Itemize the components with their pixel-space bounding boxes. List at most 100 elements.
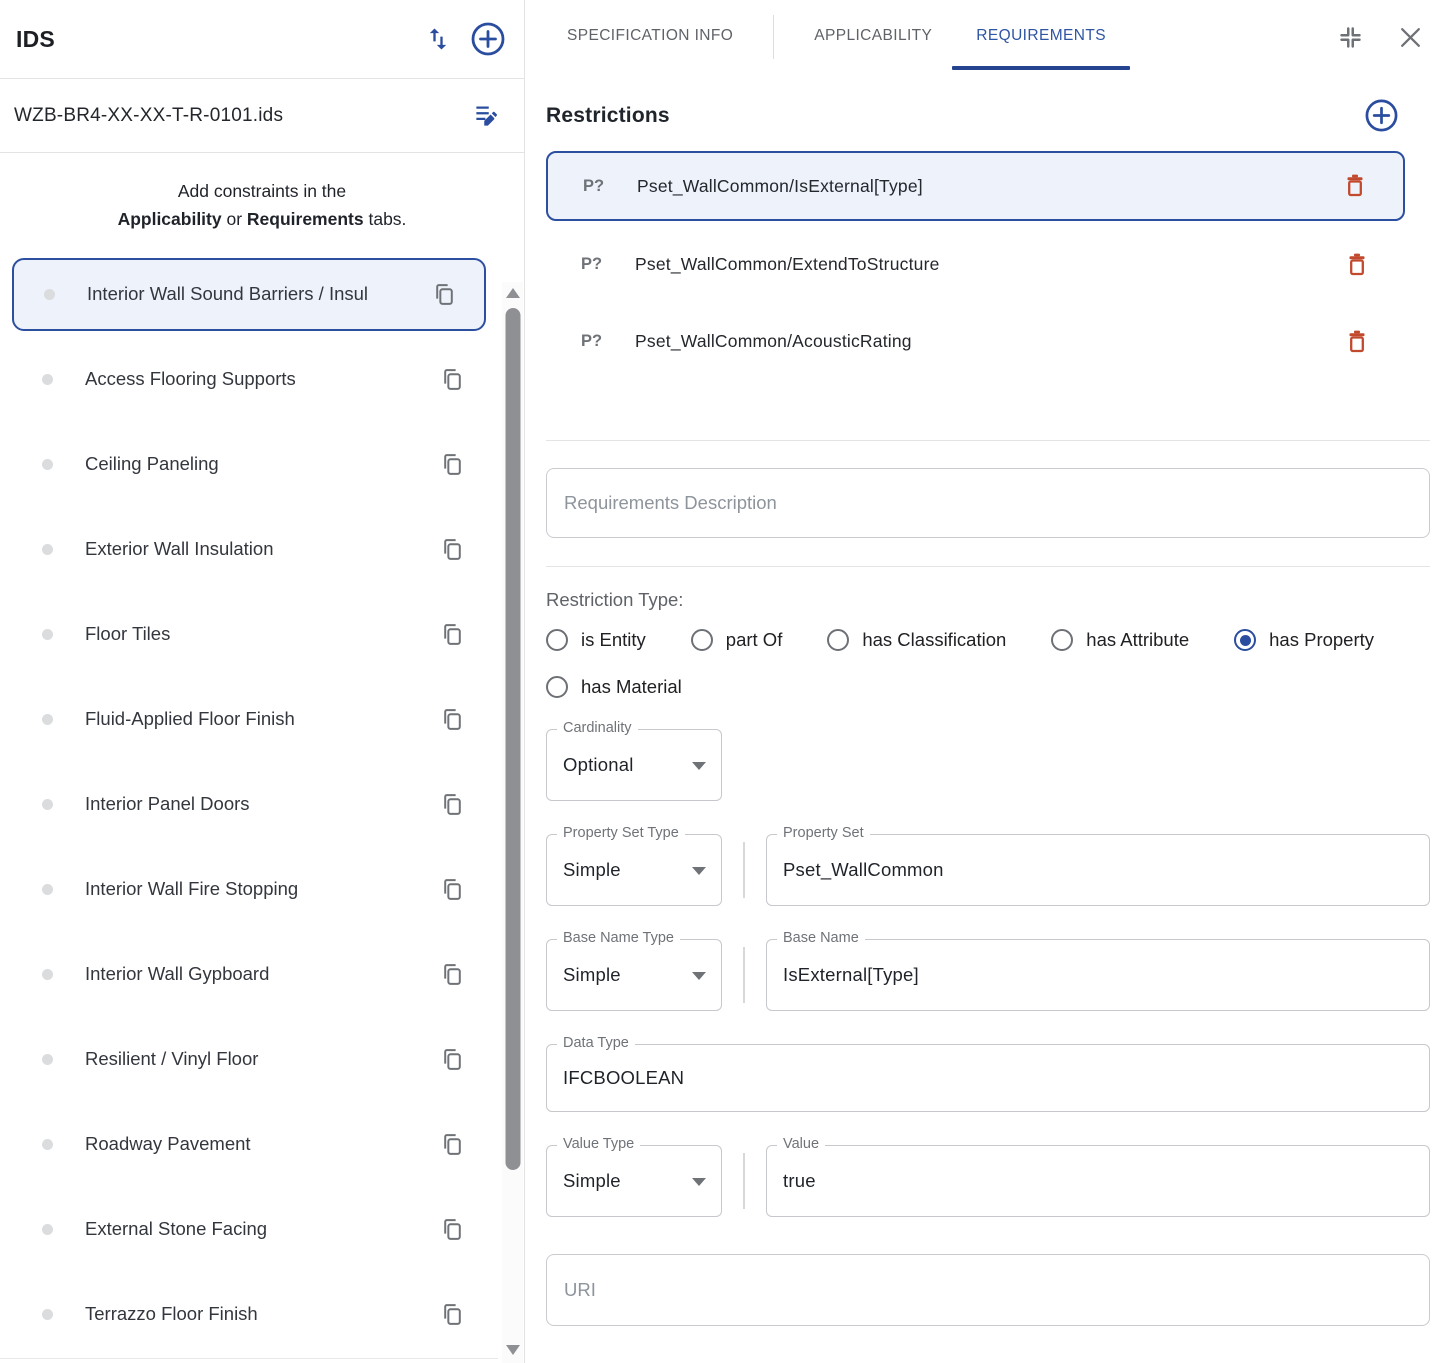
add-specification-icon[interactable] bbox=[470, 21, 506, 57]
specification-list-item[interactable]: Access Flooring Supports bbox=[0, 337, 498, 422]
uri-input[interactable]: URI bbox=[546, 1254, 1430, 1326]
property-set-input[interactable]: Property Set Pset_WallCommon bbox=[766, 834, 1430, 906]
radio-option-has-attribute[interactable]: has Attribute bbox=[1051, 629, 1189, 651]
specification-name: Interior Wall Gypboard bbox=[85, 963, 440, 985]
chevron-down-icon bbox=[692, 762, 706, 770]
specification-list-item[interactable]: Interior Wall Gypboard bbox=[0, 932, 498, 1017]
field-separator bbox=[743, 842, 745, 898]
cardinality-select[interactable]: Cardinality Optional bbox=[546, 729, 722, 801]
bullet-dot-icon bbox=[42, 544, 53, 555]
value-input[interactable]: Value true bbox=[766, 1145, 1430, 1217]
copy-icon[interactable] bbox=[440, 1217, 465, 1242]
restriction-label: Pset_WallCommon/AcousticRating bbox=[635, 331, 1345, 352]
copy-icon[interactable] bbox=[440, 792, 465, 817]
specification-list-item[interactable]: Terrazzo Floor Finish bbox=[0, 1272, 498, 1357]
specification-list-item[interactable]: Floor Tiles bbox=[0, 592, 498, 677]
ids-file-name: WZB-BR4-XX-XX-T-R-0101.ids bbox=[14, 105, 473, 127]
copy-icon[interactable] bbox=[432, 282, 457, 307]
base-name-input[interactable]: Base Name IsExternal[Type] bbox=[766, 939, 1430, 1011]
radio-button-icon[interactable] bbox=[546, 629, 568, 651]
property-restriction-badge: P? bbox=[581, 255, 635, 274]
copy-icon[interactable] bbox=[440, 452, 465, 477]
radio-button-icon[interactable] bbox=[691, 629, 713, 651]
radio-option-has-property[interactable]: has Property bbox=[1234, 629, 1374, 651]
radio-option-label: is Entity bbox=[581, 629, 646, 651]
edit-file-icon[interactable] bbox=[473, 102, 500, 129]
copy-icon[interactable] bbox=[440, 1302, 465, 1327]
close-panel-icon[interactable] bbox=[1398, 25, 1423, 50]
tab-divider bbox=[773, 15, 774, 59]
requirements-description-input[interactable]: Requirements Description bbox=[546, 468, 1430, 538]
add-restriction-icon[interactable] bbox=[1364, 98, 1399, 133]
restriction-row[interactable]: P?Pset_WallCommon/IsExternal[Type] bbox=[546, 151, 1405, 221]
tab-requirements[interactable]: REQUIREMENTS bbox=[976, 19, 1106, 55]
radio-option-label: has Attribute bbox=[1086, 629, 1189, 651]
radio-button-icon[interactable] bbox=[1234, 629, 1256, 651]
specification-name: Interior Wall Fire Stopping bbox=[85, 878, 440, 900]
specification-list-item[interactable]: External Stone Facing bbox=[0, 1187, 498, 1272]
radio-option-has-classification[interactable]: has Classification bbox=[827, 629, 1006, 651]
collapse-panel-icon[interactable] bbox=[1337, 24, 1364, 51]
tab-applicability[interactable]: APPLICABILITY bbox=[814, 19, 932, 55]
specification-list-item[interactable]: Interior Wall Sound Barriers / Insul bbox=[12, 258, 486, 331]
scroll-up-arrow-icon[interactable] bbox=[506, 288, 520, 298]
specification-name: External Stone Facing bbox=[85, 1218, 440, 1240]
delete-restriction-icon[interactable] bbox=[1343, 173, 1367, 199]
scroll-down-arrow-icon[interactable] bbox=[506, 1345, 520, 1355]
field-separator bbox=[743, 947, 745, 1003]
chevron-down-icon bbox=[692, 867, 706, 875]
scrollbar-thumb[interactable] bbox=[505, 308, 520, 1170]
restriction-row[interactable]: P?Pset_WallCommon/ExtendToStructure bbox=[546, 226, 1405, 303]
copy-icon[interactable] bbox=[440, 1132, 465, 1157]
copy-icon[interactable] bbox=[440, 367, 465, 392]
sidebar-title: IDS bbox=[16, 26, 424, 53]
restriction-label: Pset_WallCommon/IsExternal[Type] bbox=[637, 176, 1343, 197]
specification-list-item[interactable]: Interior Panel Doors bbox=[0, 762, 498, 847]
specification-name: Resilient / Vinyl Floor bbox=[85, 1048, 440, 1070]
divider bbox=[546, 566, 1430, 567]
divider bbox=[546, 440, 1430, 441]
radio-option-has-material[interactable]: has Material bbox=[546, 676, 682, 698]
specification-name: Interior Wall Sound Barriers / Insul bbox=[87, 283, 432, 305]
ids-editor-window: IDS WZB-BR4-XX-XX-T-R-0101.ids bbox=[0, 0, 1449, 1363]
restriction-type-label: Restriction Type: bbox=[546, 589, 1430, 611]
radio-button-icon[interactable] bbox=[1051, 629, 1073, 651]
base-name-type-select[interactable]: Base Name Type Simple bbox=[546, 939, 722, 1011]
sidebar-scrollbar[interactable] bbox=[502, 282, 523, 1363]
specification-name: Ceiling Paneling bbox=[85, 453, 440, 475]
property-set-type-select[interactable]: Property Set Type Simple bbox=[546, 834, 722, 906]
chevron-down-icon bbox=[692, 972, 706, 980]
specification-name: Interior Panel Doors bbox=[85, 793, 440, 815]
sidebar-hint-text: Add constraints in the Applicability or … bbox=[0, 153, 524, 252]
ids-file-row[interactable]: WZB-BR4-XX-XX-T-R-0101.ids bbox=[0, 79, 524, 153]
property-restriction-badge: P? bbox=[581, 332, 635, 351]
specification-list-item[interactable]: Exterior Wall Insulation bbox=[0, 507, 498, 592]
copy-icon[interactable] bbox=[440, 622, 465, 647]
delete-restriction-icon[interactable] bbox=[1345, 252, 1369, 278]
bullet-dot-icon bbox=[42, 1139, 53, 1150]
specification-list-item[interactable]: Roadway Pavement bbox=[0, 1102, 498, 1187]
copy-icon[interactable] bbox=[440, 1047, 465, 1072]
delete-restriction-icon[interactable] bbox=[1345, 329, 1369, 355]
specification-list-item[interactable]: Resilient / Vinyl Floor bbox=[0, 1017, 498, 1102]
bullet-dot-icon bbox=[42, 459, 53, 470]
data-type-input[interactable]: Data Type IFCBOOLEAN bbox=[546, 1044, 1430, 1112]
copy-icon[interactable] bbox=[440, 537, 465, 562]
copy-icon[interactable] bbox=[440, 877, 465, 902]
tab-specification-info[interactable]: SPECIFICATION INFO bbox=[567, 19, 733, 55]
specification-name: Access Flooring Supports bbox=[85, 368, 440, 390]
specification-list-item[interactable]: Interior Wall Fire Stopping bbox=[0, 847, 498, 932]
restrictions-title: Restrictions bbox=[546, 104, 1364, 128]
specification-list-item[interactable]: Fluid-Applied Floor Finish bbox=[0, 677, 498, 762]
copy-icon[interactable] bbox=[440, 707, 465, 732]
sidebar-bottom-divider bbox=[0, 1358, 498, 1359]
radio-button-icon[interactable] bbox=[546, 676, 568, 698]
specification-list-item[interactable]: Ceiling Paneling bbox=[0, 422, 498, 507]
copy-icon[interactable] bbox=[440, 962, 465, 987]
sort-icon[interactable] bbox=[424, 25, 452, 53]
restriction-row[interactable]: P?Pset_WallCommon/AcousticRating bbox=[546, 303, 1405, 380]
radio-option-part-of[interactable]: part Of bbox=[691, 629, 783, 651]
value-type-select[interactable]: Value Type Simple bbox=[546, 1145, 722, 1217]
radio-option-is-entity[interactable]: is Entity bbox=[546, 629, 646, 651]
radio-button-icon[interactable] bbox=[827, 629, 849, 651]
